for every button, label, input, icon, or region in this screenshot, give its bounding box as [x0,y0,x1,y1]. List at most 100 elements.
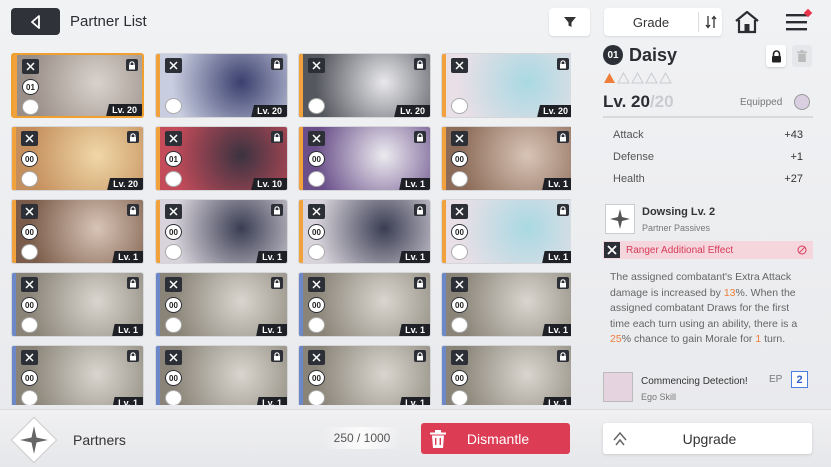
partner-level-tag: Lv. 20 [107,178,143,190]
partner-card[interactable]: 00 Lv. 20 [11,126,144,191]
equipped-character-avatar[interactable] [794,94,810,110]
lock-icon [271,58,283,70]
lock-icon [127,131,139,143]
partner-level-tag: Lv. 1 [399,397,430,405]
partner-level-tag: Lv. 1 [399,178,430,190]
ego-skill-portrait[interactable] [603,372,633,402]
upgrade-button[interactable]: Upgrade [603,423,812,454]
passive-skill-name: Dowsing Lv. 2 [642,206,716,218]
trash-icon [430,429,446,448]
lock-button[interactable] [766,45,786,67]
partner-card[interactable]: 00 Lv. 1 [11,345,144,405]
class-icon [451,204,468,219]
class-icon [451,277,468,292]
home-icon[interactable] [734,10,760,34]
partner-number-badge: 00 [308,151,325,167]
class-icon [308,277,325,292]
partner-card[interactable]: Lv. 20 [155,53,288,118]
equipped-label: Equipped [740,97,783,108]
dismantle-button[interactable]: Dismantle [421,423,570,454]
partner-card[interactable]: Lv. 20 [298,53,431,118]
menu-icon[interactable] [786,12,808,32]
dowsing-icon [610,209,630,229]
class-icon [308,350,325,365]
partner-card[interactable]: 00 Lv. 1 [298,199,431,264]
partner-level-tag: Lv. 1 [542,251,571,263]
delete-button[interactable] [792,45,812,67]
class-icon [308,131,325,146]
star-empty-icon [645,72,658,84]
partner-card[interactable]: 00 Lv. 1 [441,199,571,264]
equipped-emblem [21,317,38,333]
partner-level-tag: Lv. 10 [251,178,287,190]
partner-card[interactable]: Lv. 20 [441,53,571,118]
lock-icon [414,204,426,216]
sort-direction-button[interactable] [698,12,722,32]
ranger-effect-bar: Ranger Additional Effect [603,241,813,259]
lock-icon [557,204,569,216]
partner-level-tag: Lv. 20 [251,105,287,117]
class-icon [165,58,182,73]
partner-level-tag: Lv. 1 [542,397,571,405]
partner-card[interactable]: 00 Lv. 1 [11,272,144,337]
partner-card[interactable]: 00 Lv. 1 [155,199,288,264]
equipped-emblem [451,390,468,405]
equipped-emblem [308,98,325,114]
partner-card[interactable]: 00 Lv. 1 [298,272,431,337]
partner-number-badge: 01 [165,151,182,167]
filter-button[interactable] [549,8,590,36]
lock-icon [127,277,139,289]
lock-icon [557,58,569,70]
rarity-stripe [156,346,160,405]
disabled-icon [797,245,807,255]
stat-value: +27 [784,173,803,185]
grade-stars [603,72,672,84]
rarity-stripe [12,346,16,405]
partner-card[interactable]: 00 Lv. 1 [441,272,571,337]
back-button[interactable] [11,8,60,35]
equipped-emblem [165,390,182,405]
partner-level-tag: Lv. 1 [542,324,571,336]
partner-card[interactable]: 00 Lv. 1 [441,126,571,191]
lock-icon [557,350,569,362]
lock-icon [414,277,426,289]
sort-dropdown[interactable]: Grade [604,8,722,36]
trash-icon [797,50,807,62]
partner-card[interactable]: 00 Lv. 1 [155,345,288,405]
lock-icon [127,350,139,362]
partner-card[interactable]: 01 Lv. 20 [11,53,144,118]
rarity-stripe [442,127,446,190]
partner-number-badge: 00 [451,224,468,240]
partner-card[interactable]: 00 Lv. 1 [298,126,431,191]
passive-skill-icon[interactable] [605,204,635,234]
equipped-emblem [21,171,38,187]
rarity-stripe [442,273,446,336]
stats-list: Attack +43 Defense +1 Health +27 [603,124,813,190]
partner-card[interactable]: 00 Lv. 1 [155,272,288,337]
rarity-stripe [299,54,303,117]
level-current: Lv. 20 [603,92,650,111]
partner-detail-panel: 01 Daisy Lv. 20/20 Equipped Attack +43 D… [594,44,820,408]
partner-level-tag: Lv. 1 [256,397,287,405]
stat-label: Health [613,173,645,185]
equipped-emblem [22,99,39,115]
rarity-stripe [12,127,16,190]
rarity-stripe [299,200,303,263]
ep-label: EP [769,374,783,385]
rarity-stripe [156,200,160,263]
partner-card[interactable]: 00 Lv. 1 [298,345,431,405]
partner-card[interactable]: 00 Lv. 1 [441,345,571,405]
lock-icon [414,58,426,70]
bottom-bar: Partners 250 / 1000 Dismantle Upgrade [0,409,831,467]
sort-label: Grade [632,15,670,30]
partner-level-tag: Lv. 1 [112,251,143,263]
lock-icon [271,204,283,216]
ep-value: 2 [791,371,808,388]
equipped-emblem [451,244,468,260]
class-icon [451,58,468,73]
lock-icon [557,277,569,289]
lock-icon [271,350,283,362]
equipped-emblem [451,98,468,114]
partner-card[interactable]: 01 Lv. 10 [155,126,288,191]
partner-card[interactable]: 00 Lv. 1 [11,199,144,264]
